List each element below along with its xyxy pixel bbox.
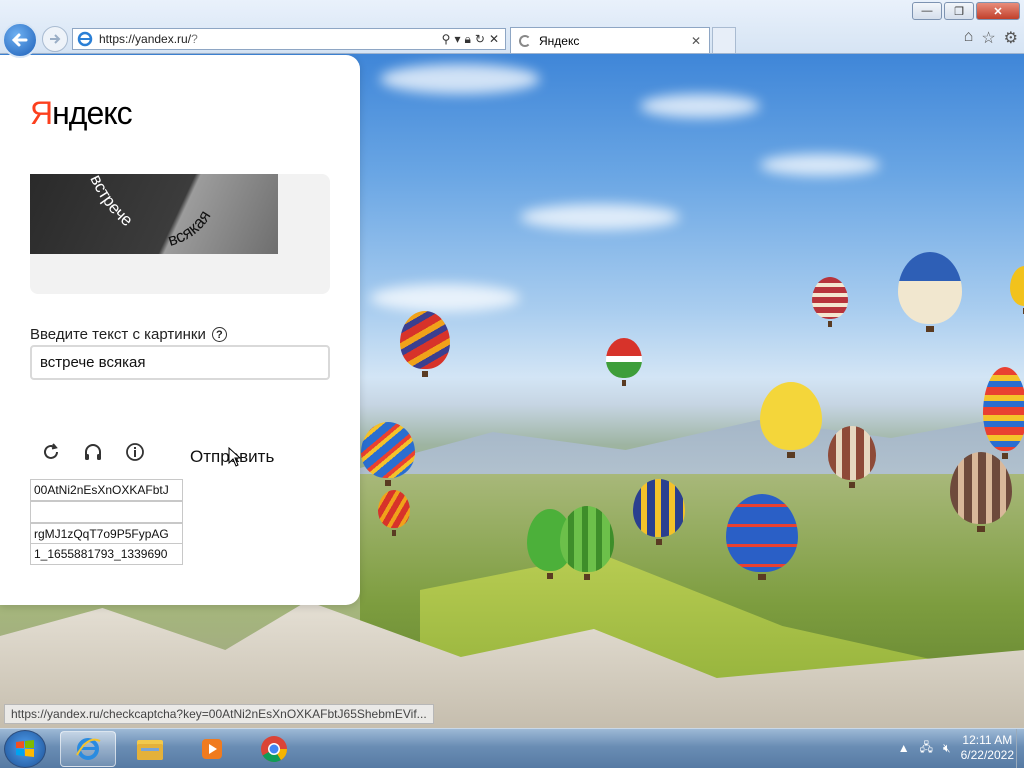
- captcha-input[interactable]: встрече всякая: [30, 345, 330, 380]
- cloud: [640, 94, 760, 118]
- captcha-label-text: Введите текст с картинки: [30, 326, 206, 343]
- hidden-key-field[interactable]: 00AtNi2nEsXnOXKAFbtJ: [30, 479, 183, 501]
- volume-muted-icon[interactable]: 🔇︎: [943, 741, 951, 756]
- tab-yandex[interactable]: Яндекс ✕: [510, 27, 710, 53]
- captcha-container: встрече всякая: [30, 174, 330, 294]
- clock[interactable]: 12:11 AM 6/22/2022: [961, 733, 1014, 763]
- info-button[interactable]: [124, 441, 146, 463]
- cloud: [760, 154, 880, 176]
- restore-button[interactable]: ❐: [944, 2, 974, 20]
- ie-favicon-icon: [77, 31, 93, 47]
- balloon: [983, 367, 1024, 459]
- captcha-text-graphic: встрече всякая: [86, 174, 214, 250]
- system-tray: ▲ 🖧 🔇︎ 12:11 AM 6/22/2022: [898, 733, 1014, 763]
- tray-expand-icon[interactable]: ▲: [898, 741, 910, 755]
- lock-icon[interactable]: 🔒︎: [464, 32, 470, 47]
- search-icon[interactable]: ⚲: [442, 32, 451, 47]
- taskbar-chrome-button[interactable]: [246, 731, 302, 767]
- balloon: [633, 479, 685, 545]
- balloon: [606, 338, 642, 386]
- url-text[interactable]: https://yandex.ru/?: [99, 32, 442, 46]
- balloon: [378, 490, 410, 536]
- taskbar: ▲ 🖧 🔇︎ 12:11 AM 6/22/2022: [0, 728, 1024, 768]
- url-path: ?: [191, 32, 198, 46]
- balloon: [760, 382, 822, 458]
- browser-toolbar-right: ⌂ ☆ ⚙: [964, 28, 1018, 48]
- window-controls: — ❐ ✕: [912, 2, 1020, 20]
- captcha-word-2: всякая: [165, 207, 214, 250]
- status-bar-url: https://yandex.ru/checkcaptcha?key=00AtN…: [4, 704, 434, 724]
- balloon: [361, 422, 415, 486]
- refresh-icon[interactable]: ↻: [475, 32, 485, 47]
- refresh-captcha-button[interactable]: [40, 441, 62, 463]
- yandex-logo[interactable]: Яндекс: [30, 95, 133, 132]
- refresh-icon: [44, 443, 58, 459]
- balloon: [726, 494, 798, 580]
- hidden-token-field[interactable]: rgMJ1zQqT7o9P5FypAG: [30, 523, 183, 545]
- media-player-icon: [202, 739, 222, 759]
- taskbar-media-player-button[interactable]: [184, 731, 240, 767]
- show-desktop-button[interactable]: [1016, 729, 1024, 768]
- captcha-image: встрече всякая: [30, 174, 278, 254]
- balloon: [898, 252, 962, 332]
- clock-time: 12:11 AM: [962, 733, 1013, 747]
- internet-explorer-icon: [76, 738, 101, 760]
- network-icon[interactable]: 🖧: [920, 738, 933, 759]
- hidden-empty-field[interactable]: [30, 501, 183, 523]
- balloon: [1010, 266, 1024, 314]
- audio-captcha-button[interactable]: [82, 441, 104, 463]
- captcha-input-label: Введите текст с картинки ?: [30, 326, 227, 343]
- captcha-actions: [40, 441, 146, 463]
- favorites-star-icon[interactable]: ☆: [981, 28, 995, 48]
- balloon: [828, 426, 876, 488]
- logo-rest: ндекс: [52, 95, 132, 131]
- start-button[interactable]: [4, 730, 46, 768]
- captcha-card: Яндекс встрече всякая Введите текст с ка…: [0, 55, 360, 605]
- home-icon[interactable]: ⌂: [964, 28, 974, 48]
- back-arrow-icon: [11, 33, 28, 47]
- address-bar[interactable]: https://yandex.ru/? ⚲ ▾ 🔒︎ ↻ ✕: [72, 28, 506, 50]
- chrome-icon: [261, 736, 288, 763]
- back-button[interactable]: [2, 22, 38, 58]
- balloon: [400, 311, 450, 377]
- hidden-retpath-field[interactable]: 1_1655881793_1339690: [30, 543, 183, 565]
- info-icon: [126, 443, 144, 461]
- balloon: [950, 452, 1012, 532]
- windows-logo-icon: [16, 740, 34, 757]
- forward-button[interactable]: [42, 26, 68, 52]
- cloud: [370, 284, 520, 312]
- logo-first-letter: Я: [30, 95, 53, 131]
- close-button[interactable]: ✕: [976, 2, 1020, 20]
- forward-arrow-icon: [50, 34, 61, 44]
- clock-date: 6/22/2022: [960, 748, 1014, 762]
- tab-title: Яндекс: [539, 33, 580, 48]
- balloon: [560, 506, 614, 580]
- stop-icon[interactable]: ✕: [489, 32, 499, 47]
- headphones-icon: [85, 444, 101, 460]
- new-tab-button[interactable]: [712, 27, 736, 53]
- cloud: [380, 64, 540, 94]
- cloud: [520, 204, 680, 230]
- mouse-cursor-icon: [228, 447, 242, 467]
- minimize-button[interactable]: —: [912, 2, 942, 20]
- loading-spinner-icon: [519, 34, 531, 47]
- url-domain: https://yandex.ru/: [99, 32, 192, 46]
- settings-gear-icon[interactable]: ⚙: [1004, 28, 1018, 48]
- tab-close-icon[interactable]: ✕: [691, 34, 701, 48]
- dropdown-icon[interactable]: ▾: [454, 32, 460, 47]
- browser-chrome: — ❐ ✕ https://yandex.ru/? ⚲ ▾ 🔒︎ ↻ ✕ Янд…: [0, 0, 1024, 54]
- balloon: [812, 277, 848, 327]
- captcha-word-1: встрече: [86, 174, 136, 230]
- taskbar-explorer-button[interactable]: [122, 731, 178, 767]
- help-icon[interactable]: ?: [211, 327, 227, 342]
- taskbar-ie-button[interactable]: [60, 731, 116, 767]
- folder-icon: [137, 740, 163, 760]
